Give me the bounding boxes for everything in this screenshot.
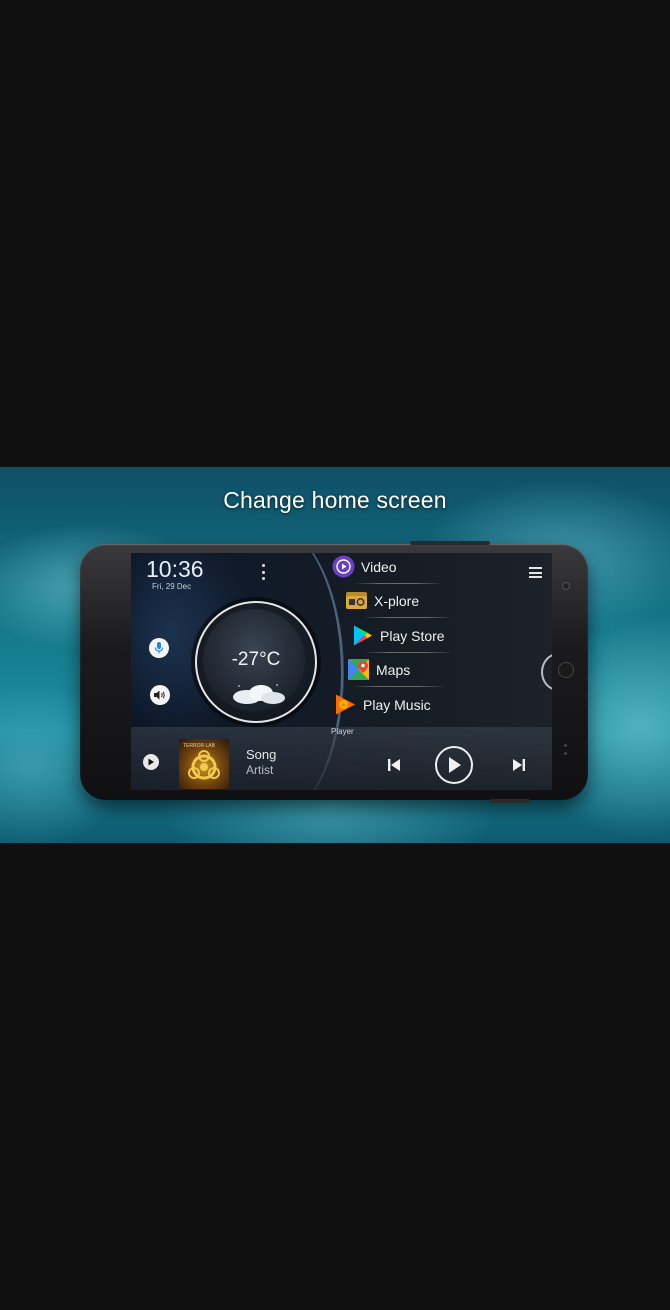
play-icon (449, 757, 461, 773)
divider (363, 652, 453, 653)
player-label: Player (331, 727, 354, 736)
app-label: X-plore (374, 592, 420, 609)
phone-power-button (490, 799, 530, 803)
app-label: Video (361, 558, 397, 575)
previous-track-button[interactable] (384, 755, 404, 775)
menu-icon[interactable] (529, 567, 542, 578)
front-camera (562, 582, 570, 590)
promo-banner: Change home screen 10:36 Fri, 29 Dec -27… (0, 467, 670, 843)
clock-time[interactable]: 10:36 (146, 556, 204, 583)
divider (363, 617, 453, 618)
divider (353, 583, 443, 584)
night-cloud-icon (233, 684, 285, 704)
app-play-music[interactable]: Play Music (334, 693, 431, 716)
phone-frame: 10:36 Fri, 29 Dec -27°C Video X-plore Pl… (80, 541, 588, 803)
clock-date: Fri, 29 Dec (152, 582, 192, 591)
xplore-icon (345, 589, 368, 612)
play-music-icon (334, 693, 357, 716)
more-menu-icon[interactable] (259, 564, 267, 580)
app-maps[interactable]: Maps (347, 658, 410, 681)
volume-button[interactable] (150, 685, 170, 705)
video-icon (332, 555, 355, 578)
skip-previous-icon (388, 759, 400, 771)
voice-search-button[interactable] (149, 638, 169, 658)
app-label: Play Music (363, 696, 431, 713)
song-artist: Artist (246, 763, 274, 777)
phone-volume-button (410, 541, 490, 545)
app-label: Maps (376, 661, 411, 678)
launcher-screen: 10:36 Fri, 29 Dec -27°C Video X-plore Pl… (131, 553, 552, 790)
play-store-icon (351, 624, 374, 647)
promo-title: Change home screen (223, 487, 447, 513)
app-play-store[interactable]: Play Store (351, 624, 445, 647)
album-art[interactable]: TERROR LAB (179, 739, 229, 789)
mini-play-button[interactable] (143, 754, 159, 770)
mic-icon (154, 642, 164, 654)
play-icon (148, 758, 154, 766)
music-player: TERROR LAB Song Artist (131, 727, 552, 790)
sensor-dots (564, 744, 568, 760)
weather-widget[interactable]: -27°C (195, 601, 317, 723)
next-track-button[interactable] (509, 755, 529, 775)
song-title: Song (246, 747, 277, 762)
temperature: -27°C (231, 649, 281, 670)
divider (351, 686, 446, 687)
app-xplore[interactable]: X-plore (345, 589, 419, 612)
maps-icon (347, 658, 370, 681)
app-video[interactable]: Video (332, 555, 397, 578)
app-label: Play Store (380, 627, 445, 644)
skip-next-icon (513, 759, 525, 771)
play-pause-button[interactable] (435, 746, 473, 784)
album-art-text: TERROR LAB (183, 743, 215, 749)
speaker-icon (154, 690, 165, 700)
speaker-grill (558, 662, 574, 678)
